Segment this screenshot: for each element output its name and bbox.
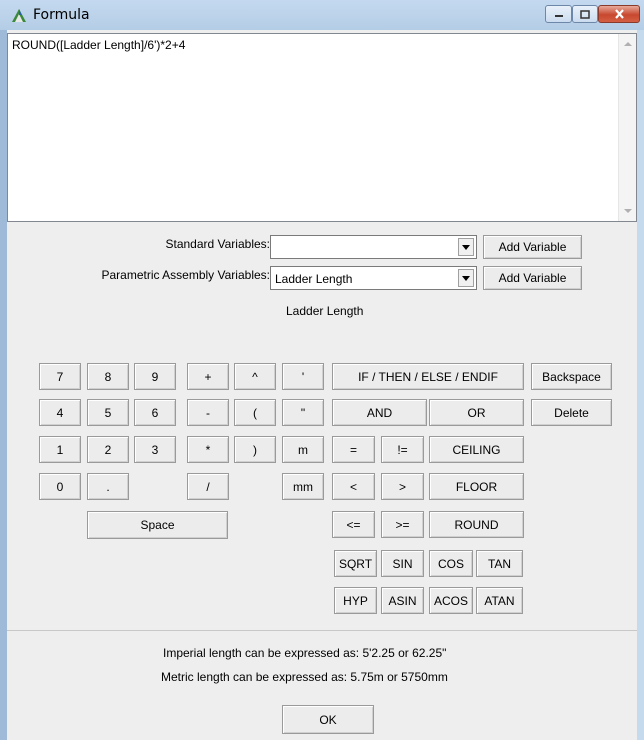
parametric-variables-value: Ladder Length [275,272,353,286]
key-less-equal[interactable]: <= [332,511,375,538]
key-7[interactable]: 7 [39,363,81,390]
key-dot[interactable]: . [87,473,129,500]
hyp-button[interactable]: HYP [334,587,377,614]
key-9[interactable]: 9 [134,363,176,390]
key-minus[interactable]: - [187,399,229,426]
formula-window: Formula ROUND([Ladder Length]/6')*2+4 St… [0,0,644,740]
space-button[interactable]: Space [87,511,228,539]
client-area: ROUND([Ladder Length]/6')*2+4 Standard V… [7,30,637,740]
ok-button[interactable]: OK [282,705,374,734]
key-not-equals[interactable]: != [381,436,424,463]
key-divide[interactable]: / [187,473,229,500]
or-button[interactable]: OR [429,399,524,426]
tan-button[interactable]: TAN [476,550,523,577]
title-bar[interactable]: Formula [0,0,644,30]
scroll-down-icon[interactable] [624,209,632,213]
formula-textarea[interactable]: ROUND([Ladder Length]/6')*2+4 [7,33,637,222]
key-1[interactable]: 1 [39,436,81,463]
formula-scrollbar[interactable] [618,34,636,221]
key-5[interactable]: 5 [87,399,129,426]
key-left-paren[interactable]: ( [234,399,276,426]
key-apostrophe[interactable]: ' [282,363,324,390]
window-border-right [637,30,644,740]
cos-button[interactable]: COS [429,550,473,577]
window-title: Formula [33,7,90,23]
key-equals[interactable]: = [332,436,375,463]
ceiling-button[interactable]: CEILING [429,436,524,463]
key-double-quote[interactable]: " [282,399,324,426]
maximize-button[interactable] [572,5,598,23]
footer-divider [7,630,637,631]
round-button[interactable]: ROUND [429,511,524,538]
key-3[interactable]: 3 [134,436,176,463]
key-2[interactable]: 2 [87,436,129,463]
parametric-variables-select[interactable]: Ladder Length [270,266,477,290]
imperial-info: Imperial length can be expressed as: 5'2… [163,646,447,660]
scroll-up-icon[interactable] [624,42,632,46]
minimize-icon [554,15,563,17]
atan-button[interactable]: ATAN [476,587,523,614]
and-button[interactable]: AND [332,399,427,426]
standard-variables-select[interactable] [270,235,477,259]
asin-button[interactable]: ASIN [381,587,424,614]
chevron-down-icon[interactable] [458,238,474,256]
delete-button[interactable]: Delete [531,399,612,426]
close-button[interactable] [598,5,640,23]
key-greater-equal[interactable]: >= [381,511,424,538]
maximize-icon [580,9,590,19]
key-0[interactable]: 0 [39,473,81,500]
sin-button[interactable]: SIN [381,550,424,577]
backspace-button[interactable]: Backspace [531,363,612,390]
standard-variables-label: Standard Variables: [165,237,270,251]
metric-info: Metric length can be expressed as: 5.75m… [161,670,448,684]
parametric-variables-label: Parametric Assembly Variables: [101,268,270,282]
add-standard-variable-button[interactable]: Add Variable [483,235,582,259]
sqrt-button[interactable]: SQRT [334,550,377,577]
acos-button[interactable]: ACOS [429,587,473,614]
selected-variable-display: Ladder Length [286,304,364,318]
add-parametric-variable-button[interactable]: Add Variable [483,266,582,290]
key-8[interactable]: 8 [87,363,129,390]
chevron-down-icon[interactable] [458,269,474,287]
floor-button[interactable]: FLOOR [429,473,524,500]
key-less-than[interactable]: < [332,473,375,500]
minimize-button[interactable] [545,5,572,23]
if-then-else-button[interactable]: IF / THEN / ELSE / ENDIF [332,363,524,390]
app-icon [12,9,26,22]
key-m[interactable]: m [282,436,324,463]
key-mm[interactable]: mm [282,473,324,500]
key-greater-than[interactable]: > [381,473,424,500]
key-plus[interactable]: + [187,363,229,390]
close-icon [614,9,624,19]
key-4[interactable]: 4 [39,399,81,426]
formula-text[interactable]: ROUND([Ladder Length]/6')*2+4 [12,38,185,52]
key-6[interactable]: 6 [134,399,176,426]
window-border-left [0,30,7,740]
key-multiply[interactable]: * [187,436,229,463]
key-caret[interactable]: ^ [234,363,276,390]
key-right-paren[interactable]: ) [234,436,276,463]
